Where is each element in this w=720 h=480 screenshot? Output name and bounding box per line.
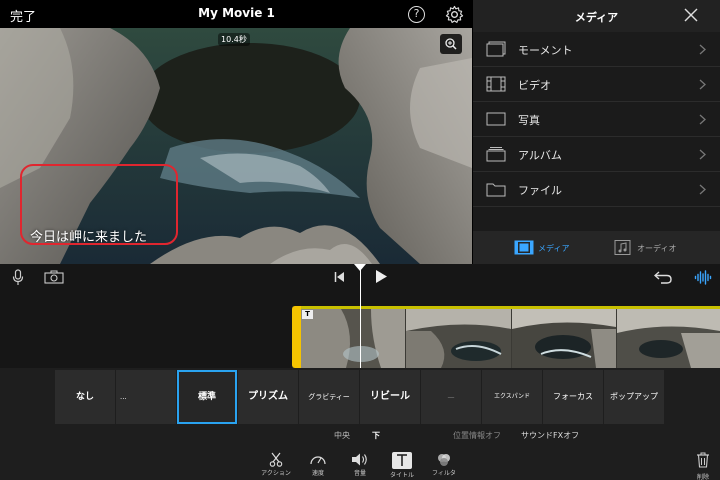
tool-label: タイトル xyxy=(389,472,414,479)
speaker-icon xyxy=(352,453,367,466)
title-style-popup[interactable]: ポップアップ xyxy=(604,370,664,424)
tab-label: メディア xyxy=(538,244,570,253)
chevron-right-icon xyxy=(699,184,706,195)
media-browser-panel: メディア モーメント ビデオ 写真 アルバム ファイル メディア オーディオ xyxy=(473,0,720,264)
title-style-standard-alt[interactable]: ... xyxy=(116,370,176,424)
media-panel-title: メディア xyxy=(574,11,619,24)
tab-label: オーディオ xyxy=(637,244,677,253)
tool-label: 速度 xyxy=(311,470,324,477)
title-style-prism[interactable]: プリズム xyxy=(238,370,298,424)
clip-duration-label: 10.4秒 xyxy=(218,33,250,46)
media-item-label: ファイル xyxy=(518,184,562,197)
title-style-focus[interactable]: フォーカス xyxy=(543,370,603,424)
editing-toolbar: アクション 速度 音量 タイトル フィルタ 削除 xyxy=(0,452,720,480)
media-item-moments[interactable]: モーメント xyxy=(473,32,720,67)
microphone-icon[interactable] xyxy=(12,269,24,286)
media-item-label: ビデオ xyxy=(518,79,551,92)
zoom-magnifier-icon[interactable] xyxy=(440,34,462,54)
audio-waveform-icon[interactable] xyxy=(694,270,712,285)
media-header: メディア xyxy=(473,0,720,32)
title-style-gravity[interactable]: グラビティー xyxy=(299,370,359,424)
tool-volume[interactable]: 音量 xyxy=(340,452,380,480)
skip-to-start-icon[interactable] xyxy=(334,271,345,283)
delete-label: 削除 xyxy=(696,474,709,480)
sound-fx-toggle[interactable]: サウンドFXオフ xyxy=(521,430,579,441)
camera-icon[interactable] xyxy=(44,270,64,284)
media-item-photos[interactable]: 写真 xyxy=(473,102,720,137)
media-item-label: モーメント xyxy=(518,44,573,57)
close-icon[interactable] xyxy=(684,8,698,22)
album-icon xyxy=(486,147,506,162)
media-tab-bar: メディア オーディオ xyxy=(473,231,720,264)
chevron-right-icon xyxy=(699,114,706,125)
tool-actions[interactable]: アクション xyxy=(256,452,296,480)
tool-speed[interactable]: 速度 xyxy=(298,452,338,480)
media-item-files[interactable]: ファイル xyxy=(473,172,720,207)
scissors-icon xyxy=(269,452,283,467)
media-category-list: モーメント ビデオ 写真 アルバム ファイル xyxy=(473,32,720,207)
chevron-right-icon xyxy=(699,44,706,55)
tool-label: アクション xyxy=(261,470,291,477)
tool-label: フィルタ xyxy=(432,470,456,477)
position-bottom-option[interactable]: 下 xyxy=(372,430,380,441)
chevron-right-icon xyxy=(699,79,706,90)
trash-icon xyxy=(697,452,709,468)
tool-label: 音量 xyxy=(353,470,366,477)
movie-title: My Movie 1 xyxy=(198,6,275,20)
speedometer-icon xyxy=(310,456,326,465)
video-icon xyxy=(486,76,506,92)
title-marker-icon[interactable]: T xyxy=(302,310,313,319)
title-T-icon xyxy=(397,454,407,466)
title-style-standard[interactable]: 標準 xyxy=(177,370,237,424)
folder-icon xyxy=(486,183,506,197)
playhead-line[interactable] xyxy=(360,266,361,372)
title-style-none[interactable]: なし xyxy=(55,370,115,424)
media-item-video[interactable]: ビデオ xyxy=(473,67,720,102)
undo-icon[interactable] xyxy=(654,270,672,284)
filmstrip-icon xyxy=(514,240,534,255)
media-item-albums[interactable]: アルバム xyxy=(473,137,720,172)
settings-gear-icon[interactable] xyxy=(445,5,464,24)
title-options-row: 中央 下 位置情報オフ サウンドFXオフ xyxy=(0,430,720,444)
caption-highlight-annotation xyxy=(20,164,178,245)
title-style-expand[interactable]: エクスパンド xyxy=(482,370,542,424)
title-style-line[interactable]: — xyxy=(421,370,481,424)
delete-button[interactable]: 削除 xyxy=(690,452,716,480)
media-item-label: アルバム xyxy=(518,149,562,162)
clip-thumbnails xyxy=(301,309,720,368)
title-style-browser: なし ... 標準 プリズム グラビティー リビール — エクスパンド フォーカ… xyxy=(0,368,720,480)
position-center-option[interactable]: 中央 xyxy=(334,430,350,441)
clip-trim-handle[interactable] xyxy=(292,306,301,368)
moments-icon xyxy=(486,41,506,57)
music-note-icon xyxy=(614,240,631,255)
play-icon[interactable] xyxy=(375,269,388,284)
title-style-reveal[interactable]: リビール xyxy=(360,370,420,424)
media-item-label: 写真 xyxy=(518,114,540,127)
chevron-right-icon xyxy=(699,149,706,160)
title-style-row: なし ... 標準 プリズム グラビティー リビール — エクスパンド フォーカ… xyxy=(55,370,665,424)
location-info-toggle[interactable]: 位置情報オフ xyxy=(453,430,501,441)
top-bar: 完了 My Movie 1 ? xyxy=(0,0,473,28)
filter-circles-icon xyxy=(438,454,450,466)
photo-icon xyxy=(486,112,506,126)
tool-filters[interactable]: フィルタ xyxy=(424,452,464,480)
help-button[interactable]: ? xyxy=(408,6,425,23)
tool-titles[interactable]: タイトル xyxy=(382,452,422,480)
video-clip[interactable] xyxy=(292,306,720,368)
